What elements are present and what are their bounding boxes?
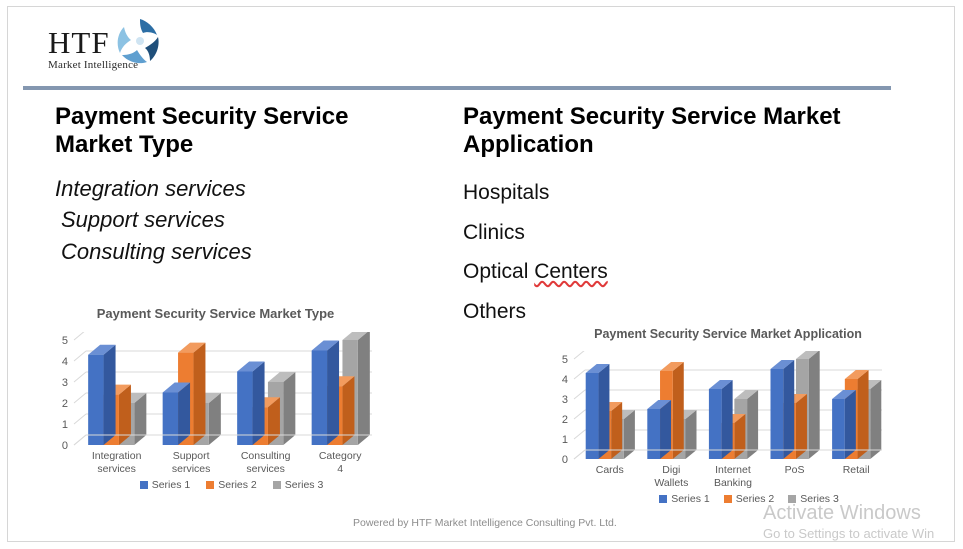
- legend-swatch-series-1: [659, 495, 668, 504]
- chart-legend: Series 1 Series 2 Series 3: [590, 493, 908, 505]
- chart-plot-area: 0 1 2 3 4 5 Retail PoS Internet Banking Digi Wallet…: [548, 351, 908, 491]
- legend-item-series-1: Series 1: [659, 493, 710, 505]
- market-type-column: Payment Security Service Market Type Int…: [55, 103, 455, 267]
- legend-label: Series 2: [735, 493, 775, 506]
- svg-text:Retail: Retail: [843, 464, 870, 476]
- svg-text:0: 0: [562, 454, 568, 466]
- htf-logo: HTF Market Intelligence: [48, 19, 168, 77]
- legend-item-series-2: Series 2: [723, 493, 775, 506]
- chart-title: Payment Security Service Market Type: [96, 306, 335, 321]
- list-item: Consulting services: [61, 238, 252, 264]
- legend-label: Series 3: [800, 493, 839, 506]
- legend-label: Series 3: [284, 478, 324, 491]
- svg-text:Wallets: Wallets: [654, 477, 688, 489]
- svg-text:5: 5: [562, 354, 568, 366]
- legend-item-series-1: Series 1: [139, 478, 191, 491]
- legend-swatch-series-2: [723, 495, 732, 504]
- svg-text:Support: Support: [173, 450, 210, 462]
- svg-text:Digi: Digi: [662, 464, 680, 476]
- spellcheck-underlined-word: Centers: [534, 260, 608, 284]
- legend-swatch-series-3: [788, 495, 797, 504]
- list-item: Support services: [61, 207, 225, 233]
- legend-swatch-series-2: [206, 480, 215, 489]
- chart-legend: Series 1 Series 2 Series 3: [80, 479, 383, 491]
- market-application-chart: Payment Security Service Market Applicat…: [548, 325, 908, 543]
- svg-text:4: 4: [562, 374, 568, 386]
- triangular-swoosh-logo-icon: [117, 19, 159, 64]
- legend-item-series-3: Series 3: [272, 478, 324, 491]
- svg-text:Integration: Integration: [92, 450, 142, 462]
- logo-wordmark: HTF: [48, 25, 110, 60]
- svg-text:4: 4: [337, 463, 343, 475]
- market-type-list: Integration services Support services Co…: [55, 173, 455, 267]
- legend-swatch-series-1: [139, 480, 148, 489]
- legend-item-series-2: Series 2: [206, 479, 257, 491]
- header-divider: [23, 86, 891, 90]
- list-item: Hospitals: [463, 180, 550, 204]
- list-item: Clinics: [463, 220, 525, 244]
- svg-text:2: 2: [62, 398, 68, 410]
- list-item: Integration services: [55, 175, 246, 201]
- svg-text:Banking: Banking: [714, 477, 752, 489]
- list-item-prefix: Optical: [463, 260, 535, 284]
- svg-text:4: 4: [62, 356, 68, 368]
- market-type-chart: Payment Security Service Market Type 0 1 2…: [48, 305, 383, 540]
- svg-text:1: 1: [62, 419, 68, 431]
- svg-text:PoS: PoS: [785, 464, 805, 476]
- svg-text:1: 1: [562, 434, 568, 446]
- bar-chart-svg: 0 1 2 3 4 5 Retail PoS InternetBanking DigiWallet…: [562, 351, 882, 489]
- svg-text:Consulting: Consulting: [241, 450, 291, 462]
- svg-text:5: 5: [62, 335, 68, 347]
- slide-frame: HTF Market Intelligence Payment Security…: [7, 6, 955, 542]
- svg-text:Cards: Cards: [596, 464, 624, 476]
- svg-text:3: 3: [562, 394, 568, 406]
- powered-by-footer: Powered by HTF Market Intelligence Consu…: [353, 517, 617, 529]
- chart-plot-area: 0 1 2 3 4 5 Category 4 Consulting services Support…: [48, 331, 383, 477]
- svg-text:0: 0: [62, 440, 68, 452]
- slide-header: HTF Market Intelligence: [8, 7, 954, 95]
- legend-swatch-series-3: [272, 480, 281, 489]
- legend-item-series-3: Series 3: [788, 493, 839, 505]
- legend-label: Series 1: [151, 478, 191, 491]
- svg-text:Category: Category: [319, 450, 362, 462]
- svg-text:2: 2: [562, 414, 568, 426]
- chart-title: Payment Security Service Market Applicat…: [594, 327, 862, 341]
- svg-text:services: services: [246, 463, 285, 475]
- market-application-list: Hospitals Clinics Optical Centers Others: [463, 173, 913, 333]
- svg-text:services: services: [97, 463, 136, 475]
- legend-label: Series 1: [671, 493, 710, 506]
- svg-text:3: 3: [62, 377, 68, 389]
- svg-text:Internet: Internet: [715, 464, 751, 476]
- logo-tagline: Market Intelligence: [48, 59, 139, 71]
- legend-label: Series 2: [218, 478, 257, 491]
- bar-chart-svg: 012345Category4ConsultingservicesSupport…: [62, 331, 372, 475]
- market-application-column: Payment Security Service Market Applicat…: [463, 103, 913, 332]
- list-item-with-spellcheck: Optical Centers: [463, 252, 913, 292]
- market-type-heading: Payment Security Service Market Type: [55, 103, 349, 158]
- svg-text:services: services: [172, 463, 211, 475]
- market-application-heading: Payment Security Service Market Applicat…: [463, 103, 841, 158]
